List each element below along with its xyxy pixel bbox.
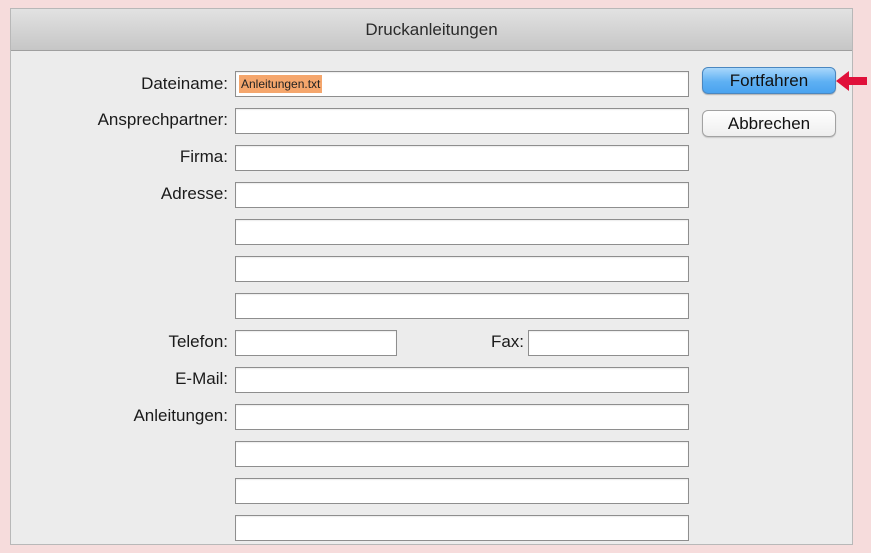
- contact-label: Ansprechpartner:: [97, 110, 228, 129]
- instructions-line-4-field[interactable]: [235, 515, 689, 541]
- continue-button[interactable]: Fortfahren: [702, 67, 836, 94]
- address-line-1-field[interactable]: [235, 182, 689, 208]
- instructions-line-1-field[interactable]: [235, 404, 689, 430]
- fax-label: Fax:: [490, 332, 524, 351]
- phone-field[interactable]: [235, 330, 397, 356]
- cancel-button[interactable]: Abbrechen: [702, 110, 836, 137]
- arrow-left-icon: [836, 71, 867, 91]
- company-field[interactable]: [235, 145, 689, 171]
- instructions-line-2-field[interactable]: [235, 441, 689, 467]
- address-line-2-field[interactable]: [235, 219, 689, 245]
- filename-field[interactable]: Anleitungen.txt: [235, 71, 689, 97]
- instructions-line-3-field[interactable]: [235, 478, 689, 504]
- phone-label: Telefon:: [168, 332, 228, 351]
- address-label: Adresse:: [160, 184, 228, 203]
- address-line-4-field[interactable]: [235, 293, 689, 319]
- address-line-3-field[interactable]: [235, 256, 689, 282]
- filename-value: Anleitungen.txt: [239, 75, 323, 93]
- instructions-label: Anleitungen:: [133, 406, 228, 425]
- filename-label: Dateiname:: [141, 74, 228, 93]
- email-field[interactable]: [235, 367, 689, 393]
- dialog-title: Druckanleitungen: [11, 9, 852, 51]
- contact-field[interactable]: [235, 108, 689, 134]
- company-label: Firma:: [179, 147, 228, 166]
- email-label: E-Mail:: [175, 369, 228, 388]
- fax-field[interactable]: [528, 330, 689, 356]
